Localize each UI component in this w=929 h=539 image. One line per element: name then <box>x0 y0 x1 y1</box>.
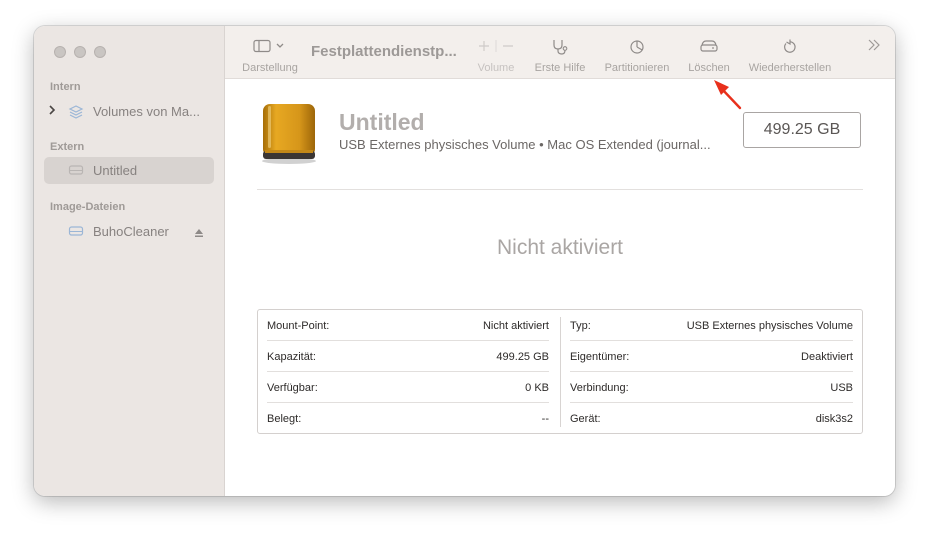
info-key: Typ: <box>570 320 591 332</box>
capacity-badge: 499.25 GB <box>743 112 861 148</box>
table-row: Belegt: -- <box>267 403 549 434</box>
external-drive-icon <box>68 163 84 182</box>
first-aid-button-label: Erste Hilfe <box>534 62 586 74</box>
disk-utility-window: Intern Volumes von Ma... Extern Untitled… <box>34 26 895 496</box>
sidebar-item-label: Volumes von Ma... <box>93 104 200 119</box>
info-key: Mount-Point: <box>267 320 330 332</box>
info-value: -- <box>541 413 549 425</box>
info-value: 0 KB <box>525 382 549 394</box>
main-content: Untitled USB Externes physisches Volume … <box>225 79 895 496</box>
restore-arrow-icon <box>782 39 798 60</box>
restore-button-label: Wiederherstellen <box>748 62 832 74</box>
disk-image-icon <box>68 224 84 243</box>
stethoscope-icon <box>551 39 569 60</box>
info-key: Kapazität: <box>267 351 316 363</box>
info-key: Belegt: <box>267 413 302 425</box>
erase-drive-icon <box>699 39 719 58</box>
info-key: Eigentümer: <box>570 351 630 363</box>
info-key: Gerät: <box>570 413 601 425</box>
erase-button-label: Löschen <box>688 62 730 74</box>
info-table: Mount-Point: Nicht aktiviert Kapazität: … <box>257 309 863 434</box>
info-key: Verfügbar: <box>267 382 318 394</box>
divider <box>257 189 863 190</box>
plus-minus-icon <box>477 39 515 58</box>
volume-button-label: Volume <box>477 62 515 74</box>
sidebar-toggle-icon <box>253 39 287 58</box>
double-chevron-right-icon <box>867 38 881 57</box>
info-value: USB <box>830 382 853 394</box>
layers-icon <box>68 104 84 125</box>
info-value: USB Externes physisches Volume <box>686 320 853 332</box>
sidebar-item-label: BuhoCleaner <box>93 224 169 239</box>
sidebar-section-intern: Intern <box>50 81 81 93</box>
column-divider <box>560 317 561 427</box>
sidebar-section-extern: Extern <box>50 141 85 153</box>
table-row: Verfügbar: 0 KB <box>267 372 549 403</box>
sidebar-section-images: Image-Dateien <box>50 201 126 213</box>
sidebar-item-label: Untitled <box>93 163 138 178</box>
info-value: disk3s2 <box>815 413 853 425</box>
sidebar-item-internal-volumes[interactable]: Volumes von Ma... <box>44 98 214 125</box>
info-value: 499.25 GB <box>496 351 549 363</box>
minimize-window-button[interactable] <box>74 46 86 58</box>
toolbar: Darstellung Festplattendienstp... Volume <box>225 26 895 79</box>
table-row: Verbindung: USB <box>570 372 853 403</box>
partition-button-label: Partitionieren <box>604 62 670 74</box>
table-row: Gerät: disk3s2 <box>570 403 853 434</box>
volume-subtitle: USB Externes physisches Volume • Mac OS … <box>339 137 711 152</box>
volume-name: Untitled <box>339 109 425 135</box>
pie-chart-icon <box>629 39 645 60</box>
sidebar: Intern Volumes von Ma... Extern Untitled… <box>34 26 225 496</box>
info-value: Nicht aktiviert <box>482 320 549 332</box>
table-row: Eigentümer: Deaktiviert <box>570 341 853 372</box>
info-value: Deaktiviert <box>801 351 853 363</box>
chevron-right-icon[interactable] <box>48 104 56 119</box>
sidebar-item-untitled[interactable]: Untitled <box>44 157 214 184</box>
window-title: Festplattendienstp... <box>311 43 457 60</box>
info-key: Verbindung: <box>570 382 629 394</box>
mount-status: Nicht aktiviert <box>496 236 624 259</box>
eject-icon[interactable] <box>194 225 204 243</box>
table-row: Kapazität: 499.25 GB <box>267 341 549 372</box>
table-row: Typ: USB Externes physisches Volume <box>570 310 853 341</box>
table-row: Mount-Point: Nicht aktiviert <box>267 310 549 341</box>
zoom-window-button[interactable] <box>94 46 106 58</box>
view-button-label: Darstellung <box>242 62 298 74</box>
external-drive-image <box>259 103 319 170</box>
sidebar-item-buhocleaner[interactable]: BuhoCleaner <box>44 218 214 245</box>
close-window-button[interactable] <box>54 46 66 58</box>
